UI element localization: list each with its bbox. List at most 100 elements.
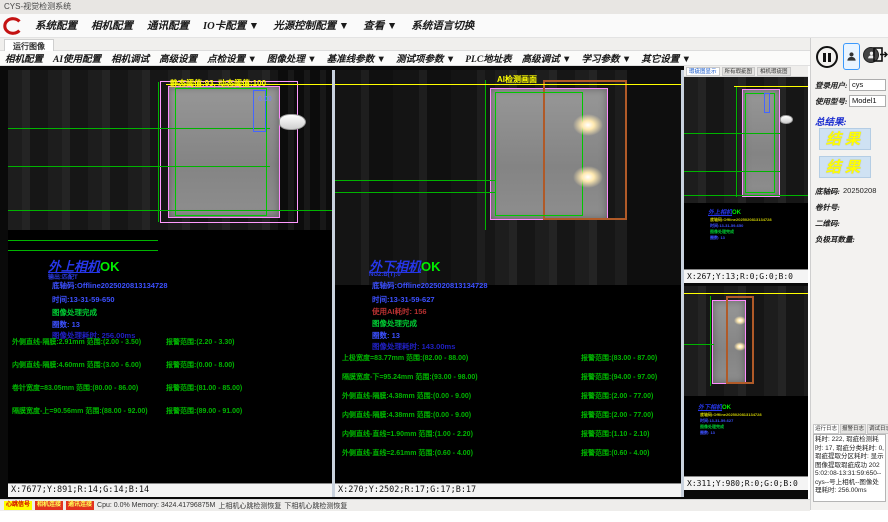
tab-running-image[interactable]: 运行图像: [4, 39, 54, 51]
right-done-line: 图像处理完成: [372, 318, 417, 329]
user-mode-button[interactable]: [843, 43, 860, 70]
measurement-text: 隔膜宽度-下=95.24mm 范围:(93.00 - 98.00): [342, 372, 478, 382]
model-value[interactable]: Model1: [849, 95, 886, 107]
control-sidebar: 登录用户: cys 使用型号: Model1 总结果: 结果 结果 底轴码: 2…: [810, 38, 888, 510]
right-time-line: 时间:13-31-59-627: [372, 294, 435, 305]
log-text-box[interactable]: 耗时: 222, 瑕疵检测耗时: 17, 瑕疵分类耗时: 0, 瑕疵提取分区耗时…: [813, 434, 886, 502]
marker-label: 6.00: [258, 96, 272, 103]
cpu-memory-text: Cpu: 0.0% Memory: 3424.41796875M: [97, 502, 215, 509]
clip-blob: [279, 114, 306, 130]
right-elapsed-line: 图像处理耗时: 143.00ms: [372, 341, 455, 352]
alarm-range-text: 报警范围:(0.60 - 4.00): [581, 448, 649, 458]
left-time-line: 时间:13-31-59-650: [52, 294, 115, 305]
log-tab-debug[interactable]: 调试日志: [867, 424, 888, 434]
right-camera-photo: AI检测画面: [335, 70, 681, 285]
left-camera-panel: 6.00 静态阈值:93, 动态阈值:100 外上相机OK 输出:匹配T 底轴码…: [8, 70, 332, 497]
menu-language-switch[interactable]: 系统语言切换: [404, 18, 481, 33]
toolbar: 相机配置 AI使用配置 相机调试 高级设置 点检设置 ▼ 图像处理 ▼ 基准线参…: [0, 51, 810, 66]
tab-strip: 运行图像: [0, 38, 810, 51]
tool-test-params[interactable]: 测试项参数 ▼: [391, 51, 460, 65]
right-result-sub: NG2:B(T):0: [369, 272, 401, 278]
heartbeat-badge: 心跳信号: [4, 501, 32, 510]
menu-camera-config[interactable]: 相机配置: [84, 18, 140, 33]
alarm-range-text: 报警范围:(83.00 - 87.00): [581, 353, 657, 363]
thumb-tab-defect-display[interactable]: 瑕疵图显示: [686, 67, 720, 76]
lower-camera-thumbnail[interactable]: 外下相机OK 底轴码:Offline2025020813134728 时间:13…: [684, 286, 808, 490]
tool-camera-config[interactable]: 相机配置: [0, 51, 48, 65]
exit-button[interactable]: [871, 43, 888, 65]
tool-image-processing[interactable]: 图像处理 ▼: [262, 51, 322, 65]
thumbnail-column: 瑕疵图显示 所有瑕疵图 相机瑕疵图: [684, 66, 808, 510]
app-logo-icon: [2, 16, 24, 36]
alarm-range-text: 报警范围:(0.00 - 8.00): [166, 360, 234, 370]
login-user-value[interactable]: cys: [849, 79, 886, 91]
thumb-tab-all-defects[interactable]: 所有瑕疵图: [722, 67, 756, 76]
alarm-range-text: 报警范围:(2.00 - 77.00): [581, 410, 653, 420]
left-code-line: 底轴码:Offline2025020813134728: [52, 280, 168, 291]
upper-camera-thumbnail[interactable]: 外上相机OK 底轴码:Offline2025020813134728 时间:13…: [684, 77, 808, 283]
upper-camera-heartbeat-msg: 上相机心跳检测恢复: [218, 501, 281, 511]
main-workspace: 6.00 静态阈值:93, 动态阈值:100 外上相机OK 输出:匹配T 底轴码…: [0, 66, 808, 510]
ai-overlay-text: AI检测画面: [497, 74, 537, 85]
measurement-text: 上极宽度=83.77mm 范围:(82.00 - 88.00): [342, 353, 468, 363]
status-bar: 心跳信号 相机连接 通讯连接 Cpu: 0.0% Memory: 3424.41…: [0, 499, 810, 511]
tool-spot-check[interactable]: 点检设置 ▼: [202, 51, 262, 65]
menu-view[interactable]: 查看 ▼: [356, 18, 404, 33]
tool-other-settings[interactable]: 其它设置 ▼: [636, 51, 696, 65]
right-loop-line: 圈数: 13: [372, 330, 400, 341]
lower-camera-heartbeat-msg: 下相机心跳检测恢复: [284, 501, 347, 511]
mini1-loops: 圈数: 13: [710, 235, 725, 241]
alarm-range-text: 报警范围:(89.00 - 91.00): [166, 406, 242, 416]
measurement-text: 内侧直线-直线=1.90mm 范围:(1.00 - 2.20): [342, 429, 473, 439]
login-user-label: 登录用户:: [815, 80, 848, 91]
model-label: 使用型号:: [815, 96, 848, 107]
thumb-tab-camera-defects[interactable]: 相机瑕疵图: [757, 67, 791, 76]
comm-connection-badge: 通讯连接: [66, 501, 94, 510]
menu-bar: 系统配置 相机配置 通讯配置 IO卡配置 ▼ 光源控制配置 ▼ 查看 ▼ 系统语…: [0, 14, 888, 38]
alarm-range-text: 报警范围:(1.10 - 2.10): [581, 429, 649, 439]
pause-icon: [816, 46, 838, 68]
camera-connection-badge: 相机连接: [35, 501, 63, 510]
left-loop-line: 圈数: 13: [52, 319, 80, 330]
negative-tab-count-label: 负极耳数量:: [815, 234, 855, 245]
pin-number-label: 卷针号:: [815, 202, 840, 213]
qr-code-label: 二维码:: [815, 218, 840, 229]
right-camera-view[interactable]: AI检测画面 外下相机OK NG2:B(T):0 底轴码:Offline2025…: [335, 70, 681, 483]
left-camera-view[interactable]: 6.00 静态阈值:93, 动态阈值:100 外上相机OK 输出:匹配T 底轴码…: [8, 70, 332, 483]
window-title: CYS-视觉检测系统: [4, 2, 71, 11]
mini1-title: 外上相机OK: [708, 207, 741, 216]
menu-comm-config[interactable]: 通讯配置: [140, 18, 196, 33]
mini2-loops: 圈数: 13: [700, 430, 715, 436]
thumbnail-tabs: 瑕疵图显示 所有瑕疵图 相机瑕疵图: [684, 66, 808, 77]
tool-advanced-settings[interactable]: 高级设置: [154, 51, 202, 65]
measurement-text: 内侧直线-隔膜:4.60mm 范围:(3.00 - 6.00): [12, 360, 141, 370]
right-code-line: 底轴码:Offline2025020813134728: [372, 280, 488, 291]
led-glow: [573, 166, 603, 188]
menu-system-config[interactable]: 系统配置: [28, 18, 84, 33]
tool-baseline-params[interactable]: 基准线参数 ▼: [322, 51, 391, 65]
right-coordinate-bar: X:270;Y:2502;R:17;G:17;B:17: [335, 483, 681, 497]
measurement-text: 外侧直线-隔膜:2.91mm 范围:(2.00 - 3.50): [12, 337, 141, 347]
title-bar: CYS-视觉检测系统: [0, 0, 888, 14]
tool-plc-address[interactable]: PLC地址表: [460, 51, 516, 65]
left-coordinate-bar: X:7677;Y:891;R:14;G:14;B:14: [8, 483, 332, 497]
exit-door-icon: [872, 46, 888, 63]
log-tab-run[interactable]: 运行日志: [813, 424, 839, 434]
threshold-overlay-text: 静态阈值:93, 动态阈值:100: [170, 78, 266, 89]
pause-button[interactable]: [813, 43, 841, 71]
menu-light-config[interactable]: 光源控制配置 ▼: [266, 18, 356, 33]
mini2-title: 外下相机OK: [698, 402, 731, 411]
tool-camera-debug[interactable]: 相机调试: [106, 51, 154, 65]
tool-ai-config[interactable]: AI使用配置: [48, 51, 106, 65]
result-box-lower: 结果: [819, 156, 871, 178]
tool-learn-params[interactable]: 学习参数 ▼: [576, 51, 636, 65]
mini2-coordinate-bar: X:311;Y:980;R:0;G:0;B:0: [684, 476, 808, 490]
log-tab-alarm[interactable]: 报警日志: [840, 424, 866, 434]
alarm-range-text: 报警范围:(94.00 - 97.00): [581, 372, 657, 382]
measurement-text: 外侧直线-直线=2.61mm 范围:(0.60 - 4.00): [342, 448, 473, 458]
alarm-range-text: 报警范围:(81.00 - 85.00): [166, 383, 242, 393]
spindle-code-value: 20250208: [843, 186, 876, 195]
tool-advanced-debug[interactable]: 高级调试 ▼: [517, 51, 577, 65]
menu-io-config[interactable]: IO卡配置 ▼: [196, 18, 266, 33]
result-box-upper: 结果: [819, 128, 871, 150]
